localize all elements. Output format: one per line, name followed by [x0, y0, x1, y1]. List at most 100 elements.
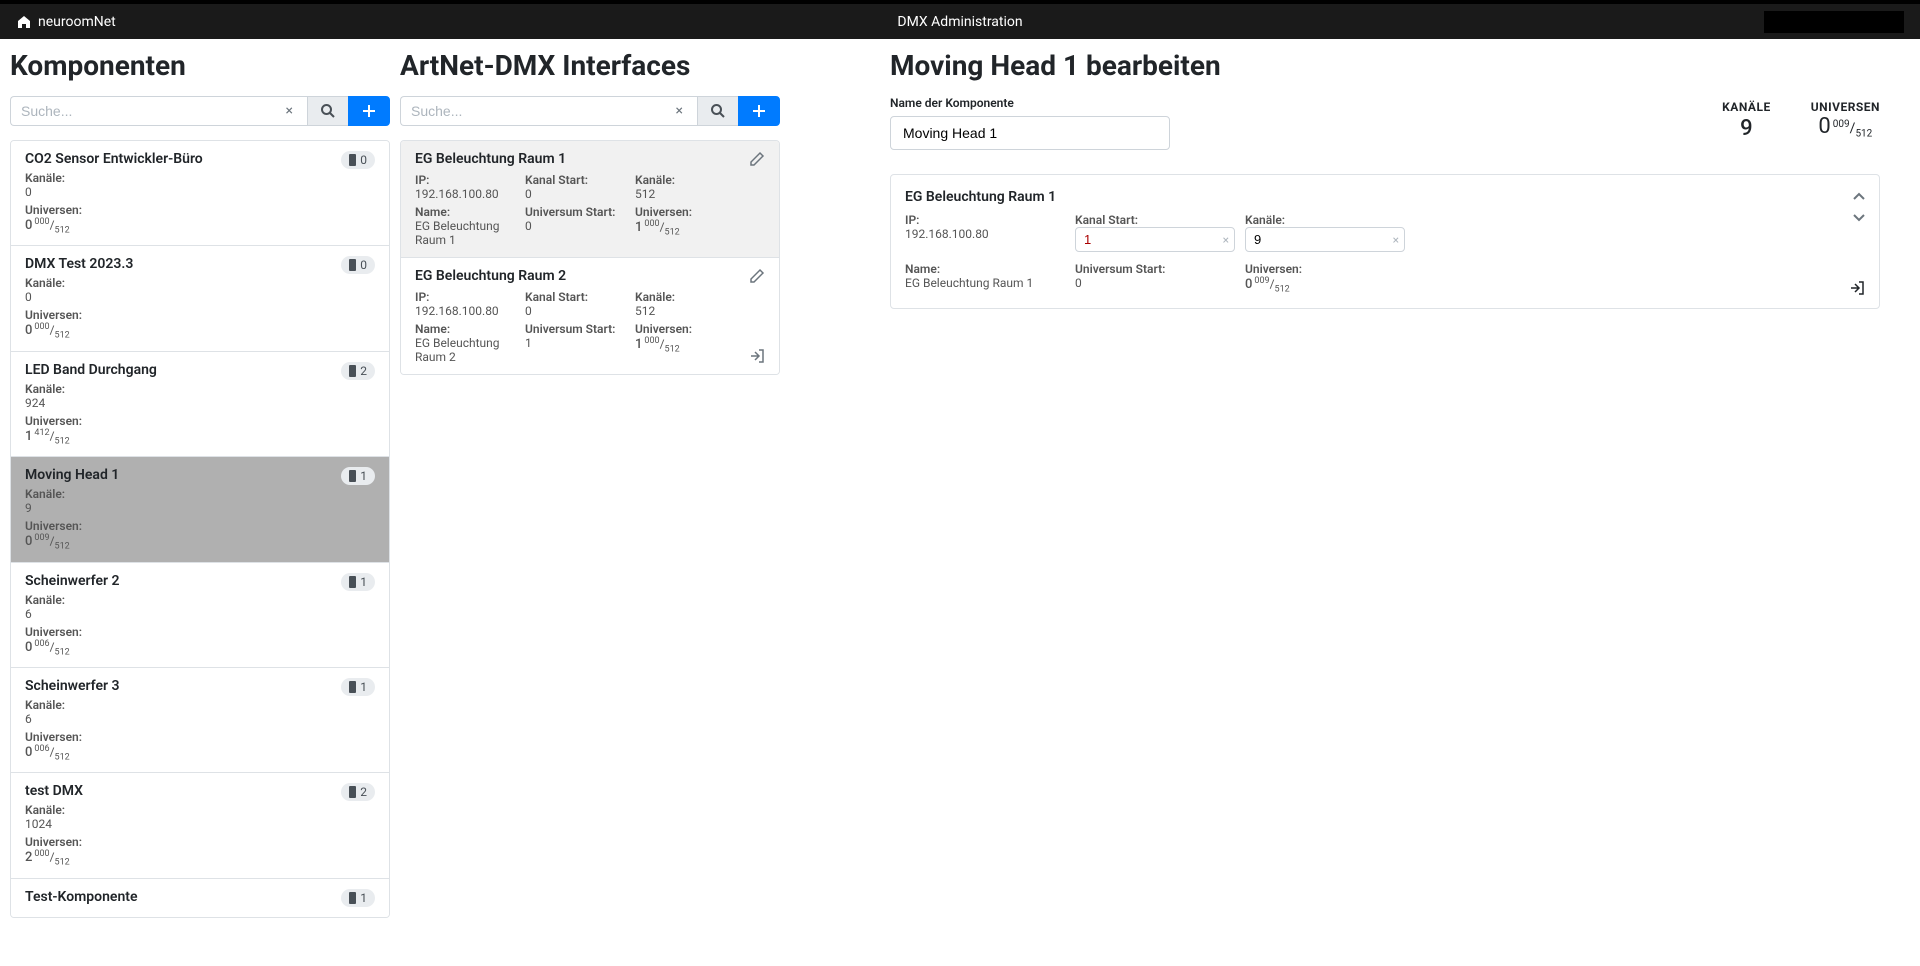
universen-label: Universen:: [25, 625, 375, 639]
interfaces-add-button[interactable]: [738, 96, 780, 126]
component-badge: 0: [341, 151, 375, 169]
universen-label: Universen:: [25, 835, 375, 849]
component-badge: 1: [341, 467, 375, 485]
signin-icon: [749, 348, 765, 364]
panel-name-label: Name:: [905, 262, 1065, 276]
panel-universum-start-label: Universum Start:: [1075, 262, 1235, 276]
kanale-value: 0: [25, 185, 375, 199]
kanale-value: 0: [25, 290, 375, 304]
kanale-clear[interactable]: ×: [1393, 233, 1399, 247]
component-card-title: LED Band Durchgang: [25, 362, 375, 378]
panel-universum-start-value: 0: [1075, 276, 1235, 290]
panel-kanale-label: Kanäle:: [1245, 213, 1405, 227]
device-icon: [349, 470, 356, 482]
device-icon: [349, 365, 356, 377]
device-icon: [349, 892, 356, 904]
kanal-start-clear[interactable]: ×: [1223, 233, 1229, 247]
interface-assign-button[interactable]: [749, 348, 765, 364]
component-card[interactable]: Test-Komponente 1: [11, 879, 389, 917]
interface-edit-button[interactable]: [749, 151, 765, 167]
interface-card-title: EG Beleuchtung Raum 1: [415, 151, 765, 167]
component-card-title: Test-Komponente: [25, 889, 375, 905]
component-card[interactable]: LED Band Durchgang 2 Kanäle: 924 Univers…: [11, 352, 389, 457]
universen-label: Universen:: [25, 203, 375, 217]
brand-link[interactable]: neuroomNet: [16, 14, 116, 30]
signin-icon: [1849, 280, 1865, 296]
kanale-value: 1024: [25, 817, 375, 831]
panel-kanal-start-input[interactable]: [1075, 227, 1235, 252]
panel-title: EG Beleuchtung Raum 1: [905, 189, 1865, 205]
kanale-label: Kanäle:: [25, 487, 375, 501]
component-badge: 1: [341, 678, 375, 696]
chevron-up-icon[interactable]: [1851, 189, 1865, 203]
universen-value: 0000/512: [25, 217, 70, 235]
component-card-title: CO2 Sensor Entwickler-Büro: [25, 151, 375, 167]
search-icon: [710, 103, 726, 119]
stat-kanale-label: KANÄLE: [1722, 100, 1771, 114]
stat-universen-label: UNIVERSEN: [1811, 100, 1880, 114]
universen-label: Universen:: [25, 308, 375, 322]
interfaces-heading: ArtNet-DMX Interfaces: [400, 49, 780, 82]
panel-universen-value: 0 009/512: [1245, 276, 1290, 294]
panel-kanal-start-label: Kanal Start:: [1075, 213, 1235, 227]
components-list: CO2 Sensor Entwickler-Büro 0 Kanäle: 0 U…: [10, 140, 390, 918]
kanale-value: 6: [25, 712, 375, 726]
kanale-label: Kanäle:: [25, 171, 375, 185]
universen-label: Universen:: [25, 730, 375, 744]
universen-value: 0006/512: [25, 639, 70, 657]
kanale-value: 9: [25, 501, 375, 515]
panel-universen-label: Universen:: [1245, 262, 1405, 276]
interface-assignment-panel: EG Beleuchtung Raum 1 IP: 192.168.100.80…: [890, 174, 1880, 309]
components-search-button[interactable]: [307, 96, 349, 126]
chevron-down-icon[interactable]: [1851, 209, 1865, 223]
components-search-clear[interactable]: ×: [282, 103, 297, 119]
kanale-value: 924: [25, 396, 375, 410]
edit-icon: [749, 268, 765, 284]
component-card[interactable]: CO2 Sensor Entwickler-Büro 0 Kanäle: 0 U…: [11, 141, 389, 246]
edit-icon: [749, 151, 765, 167]
component-card[interactable]: Scheinwerfer 2 1 Kanäle: 6 Universen: 00…: [11, 563, 389, 668]
kanale-label: Kanäle:: [25, 803, 375, 817]
component-card[interactable]: Scheinwerfer 3 1 Kanäle: 6 Universen: 00…: [11, 668, 389, 773]
components-add-button[interactable]: [348, 96, 390, 126]
component-card[interactable]: DMX Test 2023.3 0 Kanäle: 0 Universen: 0…: [11, 246, 389, 351]
home-icon: [16, 14, 32, 30]
component-badge: 0: [341, 256, 375, 274]
component-badge: 1: [341, 889, 375, 907]
component-card-title: DMX Test 2023.3: [25, 256, 375, 272]
plus-icon: [751, 103, 767, 119]
stat-universen-value: 0 009/512: [1811, 114, 1880, 140]
kanale-label: Kanäle:: [25, 698, 375, 712]
interface-card[interactable]: EG Beleuchtung Raum 2 IP:192.168.100.80 …: [401, 258, 779, 374]
device-icon: [349, 576, 356, 588]
component-card[interactable]: test DMX 2 Kanäle: 1024 Universen: 2000/…: [11, 773, 389, 878]
universen-label: Universen:: [25, 519, 375, 533]
device-icon: [349, 681, 356, 693]
kanale-label: Kanäle:: [25, 593, 375, 607]
universen-value: 2000/512: [25, 849, 70, 867]
universen-value: 0009/512: [25, 533, 70, 551]
page-title: DMX Administration: [897, 14, 1022, 30]
component-badge: 2: [341, 783, 375, 801]
panel-name-value: EG Beleuchtung Raum 1: [905, 276, 1065, 290]
interface-card[interactable]: EG Beleuchtung Raum 1 IP:192.168.100.80 …: [401, 141, 779, 258]
panel-kanale-input[interactable]: [1245, 227, 1405, 252]
panel-ip-value: 192.168.100.80: [905, 227, 1065, 241]
panel-assign-button[interactable]: [1849, 280, 1865, 296]
component-name-input[interactable]: [890, 116, 1170, 150]
component-card[interactable]: Moving Head 1 1 Kanäle: 9 Universen: 000…: [11, 457, 389, 562]
search-icon: [320, 103, 336, 119]
component-card-title: Moving Head 1: [25, 467, 375, 483]
interface-edit-button[interactable]: [749, 268, 765, 284]
interfaces-search-clear[interactable]: ×: [672, 103, 687, 119]
interfaces-search-input[interactable]: [411, 103, 672, 119]
component-name-label: Name der Komponente: [890, 96, 1170, 110]
panel-ip-label: IP:: [905, 213, 1065, 227]
component-badge: 1: [341, 573, 375, 591]
interfaces-search-button[interactable]: [697, 96, 739, 126]
universen-value: 1412/512: [25, 428, 70, 446]
device-icon: [349, 786, 356, 798]
universen-value: 0006/512: [25, 744, 70, 762]
components-search-input[interactable]: [21, 103, 282, 119]
component-card-title: Scheinwerfer 2: [25, 573, 375, 589]
